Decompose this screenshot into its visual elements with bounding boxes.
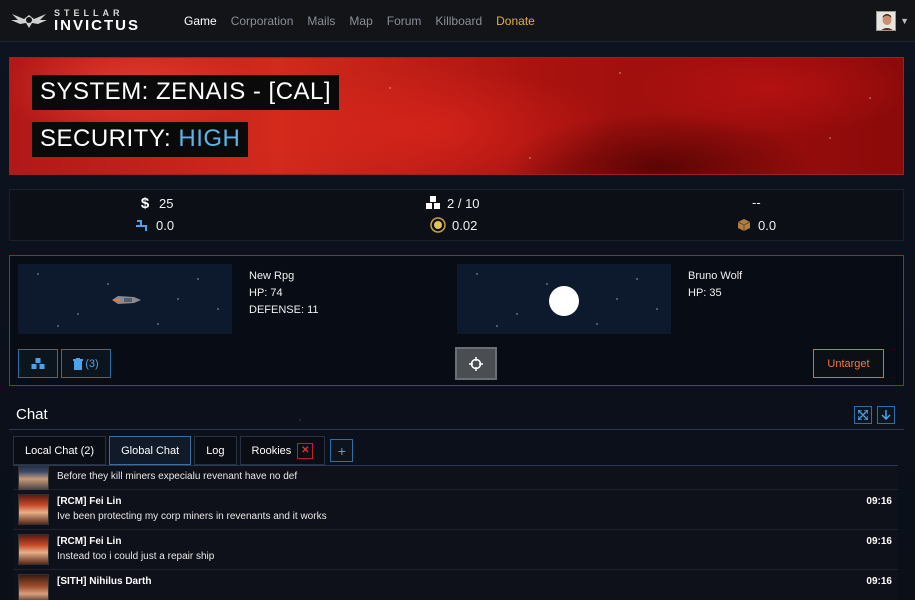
message-time: 09:16 xyxy=(866,536,892,547)
drones-button[interactable]: (3) xyxy=(61,349,111,378)
list-item: [RCM] Fei Lin 09:16 Ive been protecting … xyxy=(13,490,898,530)
trash-icon xyxy=(73,357,84,370)
nav-forum[interactable]: Forum xyxy=(387,14,422,28)
message-time: 09:16 xyxy=(866,576,892,587)
chat-tabs: Local Chat (2) Global Chat Log Rookies ✕… xyxy=(13,436,354,465)
message-author[interactable]: [SITH] Nihilus Darth xyxy=(57,576,151,587)
nav-map[interactable]: Map xyxy=(349,14,372,28)
combat-panel: New Rpg HP: 74 DEFENSE: 11 Bruno Wolf HP… xyxy=(9,255,904,386)
message-author[interactable]: [RCM] Fei Lin xyxy=(57,496,121,507)
cargo-button[interactable] xyxy=(18,349,58,378)
chat-title: Chat xyxy=(16,406,48,423)
credits-stat: $ 25 xyxy=(137,194,174,212)
game-logo[interactable]: STELLAR INVICTUS xyxy=(10,8,170,34)
list-item: [RCM] Fei Lin 09:16 Instead too i could … xyxy=(13,530,898,570)
drones-count: (3) xyxy=(85,357,99,370)
own-ship-hp: HP: 74 xyxy=(249,287,283,299)
stat-b: 0.02 xyxy=(430,217,477,233)
crate-icon xyxy=(736,217,752,233)
tab-rookies[interactable]: Rookies ✕ xyxy=(239,436,326,465)
ship-icon xyxy=(112,296,141,304)
user-menu[interactable]: ▼ xyxy=(876,11,909,31)
tab-label: Rookies xyxy=(251,444,292,457)
tab-global-chat[interactable]: Global Chat xyxy=(109,436,192,465)
cargo-stat: 2 / 10 xyxy=(425,195,480,211)
add-tab-button[interactable]: + xyxy=(330,439,354,462)
target-hp: HP: 35 xyxy=(688,287,722,299)
security-label: SECURITY: xyxy=(40,125,172,152)
medal-icon xyxy=(430,217,446,233)
nav-killboard[interactable]: Killboard xyxy=(435,14,482,28)
security-level: SECURITY: HIGH xyxy=(32,122,249,157)
target-view xyxy=(457,264,671,334)
close-icon[interactable]: ✕ xyxy=(297,442,314,459)
logo-bottom-text: INVICTUS xyxy=(54,16,141,34)
dollar-icon: $ xyxy=(140,194,150,212)
message-time: 09:16 xyxy=(866,496,892,507)
arrow-down-icon xyxy=(881,410,891,420)
list-item: [SITH] Nihilus Darth 09:16 xyxy=(13,570,898,600)
own-ship-view xyxy=(18,264,232,334)
target-name: Bruno Wolf xyxy=(688,270,743,282)
system-banner: SYSTEM: ZENAIS - [CAL] SECURITY: HIGH xyxy=(9,57,904,175)
expand-chat-button[interactable] xyxy=(854,406,872,424)
stat-d: 0.0 xyxy=(736,217,776,233)
nav-corporation[interactable]: Corporation xyxy=(231,14,294,28)
target-lock-button[interactable] xyxy=(455,347,497,380)
own-ship-defense: DEFENSE: 11 xyxy=(249,304,319,316)
stat-c-value: -- xyxy=(752,195,761,210)
tab-label: Local Chat (2) xyxy=(25,444,95,457)
stat-d-value: 0.0 xyxy=(758,217,777,233)
message-text: Ive been protecting my corp miners in re… xyxy=(57,511,327,522)
avatar[interactable] xyxy=(18,494,49,525)
tab-log[interactable]: Log xyxy=(194,436,237,465)
system-name: SYSTEM: ZENAIS - [CAL] xyxy=(32,75,340,110)
cargo-boxes-icon xyxy=(425,195,441,211)
chevron-down-icon[interactable]: ▼ xyxy=(900,16,909,26)
planet-icon xyxy=(549,286,579,316)
tab-label: Log xyxy=(206,444,225,457)
avatar[interactable] xyxy=(18,534,49,565)
cargo-boxes-icon xyxy=(31,357,45,369)
nav-game[interactable]: Game xyxy=(184,14,217,28)
avatar xyxy=(18,466,49,493)
nav-mails[interactable]: Mails xyxy=(307,14,335,28)
tab-local-chat[interactable]: Local Chat (2) xyxy=(13,436,107,465)
tab-label: Global Chat xyxy=(121,444,180,457)
message-author[interactable]: [RCM] Fei Lin xyxy=(57,536,121,547)
own-ship-info: New Rpg HP: 74 DEFENSE: 11 xyxy=(249,268,319,319)
nav-donate[interactable]: Donate xyxy=(496,14,535,28)
avatar[interactable] xyxy=(876,11,897,31)
chat-header: Chat xyxy=(9,400,904,430)
untarget-button[interactable]: Untarget xyxy=(813,349,884,378)
message-text: Before they kill miners expecialu revena… xyxy=(57,471,298,482)
scroll-down-button[interactable] xyxy=(877,406,895,424)
stat-c: -- xyxy=(752,195,761,210)
nav-links: Game Corporation Mails Map Forum Killboa… xyxy=(184,14,549,28)
user-portrait-icon xyxy=(877,12,896,30)
own-ship-name: New Rpg xyxy=(249,270,295,282)
credits-value: 25 xyxy=(159,195,174,211)
top-navbar: STELLAR INVICTUS Game Corporation Mails … xyxy=(0,0,915,42)
message-text: Instead too i could just a repair ship xyxy=(57,551,215,562)
stat-b-value: 0.02 xyxy=(452,217,478,233)
avatar[interactable] xyxy=(18,574,49,600)
stat-a: 0.0 xyxy=(134,217,174,233)
target-info: Bruno Wolf HP: 35 xyxy=(688,268,742,302)
ship-stats-bar: $ 25 0.0 2 / 10 0.02 -- 0.0 xyxy=(9,189,904,241)
stat-a-value: 0.0 xyxy=(156,217,175,233)
list-item: Before they kill miners expecialu revena… xyxy=(13,466,898,493)
chat-messages[interactable]: Before they kill miners expecialu revena… xyxy=(13,465,898,600)
ore-network-icon xyxy=(134,217,150,233)
crosshair-icon xyxy=(469,356,483,371)
cargo-value: 2 / 10 xyxy=(447,195,480,211)
security-value: HIGH xyxy=(178,125,241,152)
expand-icon xyxy=(858,410,868,420)
wings-logo-icon xyxy=(11,13,47,28)
